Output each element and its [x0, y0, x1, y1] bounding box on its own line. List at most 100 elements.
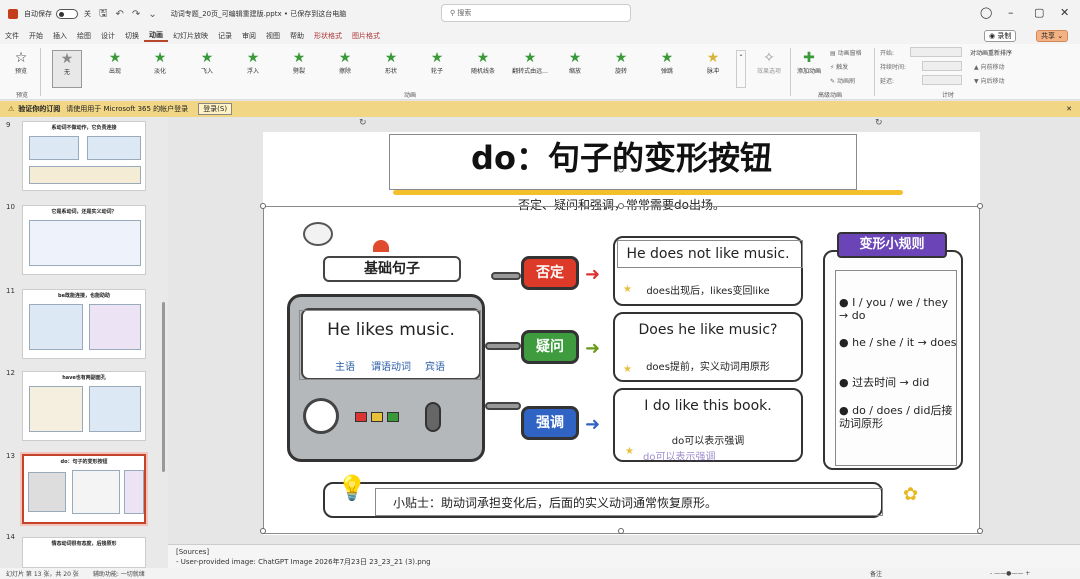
minimize-icon[interactable]: –: [1008, 6, 1014, 19]
resize-handle[interactable]: [977, 528, 983, 534]
anim-fly[interactable]: ★ 飞入: [192, 50, 222, 75]
rotate-handle-icon[interactable]: ↻: [875, 118, 883, 128]
thumbnail-scrollbar[interactable]: [162, 302, 165, 472]
duration-input[interactable]: [922, 61, 962, 71]
sentence-selection-frame[interactable]: [299, 310, 481, 380]
anim-zoom[interactable]: ★ 缩放: [560, 50, 590, 75]
slide-thumbnail[interactable]: 它是系动词，还是实义动词？: [22, 205, 146, 275]
anim-random-bars[interactable]: ★ 随机线条: [468, 50, 498, 75]
anim-pulse[interactable]: ★ 脉冲: [698, 50, 728, 75]
anim-fade[interactable]: ★ 淡化: [145, 50, 175, 75]
tab-slideshow[interactable]: 幻灯片放映: [168, 31, 213, 41]
redo-icon[interactable]: ↷: [132, 9, 140, 20]
slide-thumbnail[interactable]: 系动词不做动作，它负责连接: [22, 121, 146, 191]
anim-label: 飞入: [200, 68, 213, 75]
anim-split[interactable]: ★ 劈裂: [284, 50, 314, 75]
anim-grow-turn[interactable]: ★ 翻转式由远...: [510, 50, 550, 75]
close-notice-icon[interactable]: ✕: [1066, 105, 1072, 113]
tab-insert[interactable]: 插入: [48, 31, 72, 41]
resize-handle[interactable]: [977, 203, 983, 209]
record-button[interactable]: ◉ 录制: [984, 30, 1017, 42]
anim-shape[interactable]: ★ 形状: [376, 50, 406, 75]
resize-handle[interactable]: [260, 203, 266, 209]
thumb-block: [29, 166, 141, 184]
slide-thumbnail[interactable]: have也有两副面孔: [22, 371, 146, 441]
notes-toggle-button[interactable]: 备注: [870, 569, 882, 578]
move-earlier-button[interactable]: ▲ 向前移动: [974, 62, 1005, 71]
slide-thumbnail[interactable]: be既能连接，也能助助: [22, 289, 146, 359]
duration-label: 持续时间:: [880, 64, 907, 71]
tab-help[interactable]: 帮助: [285, 31, 309, 41]
star-icon: ★: [476, 50, 490, 66]
tab-view[interactable]: 视图: [261, 31, 285, 41]
anim-swivel[interactable]: ★ 旋转: [606, 50, 636, 75]
tab-draw[interactable]: 绘图: [72, 31, 96, 41]
anim-appear[interactable]: ★ 出现: [100, 50, 130, 75]
search-icon: ⚲: [450, 9, 458, 17]
anim-label: 出现: [108, 68, 121, 75]
slide-thumbnail[interactable]: 情态动词很有态度，后接原形: [22, 537, 146, 568]
anim-wheel[interactable]: ★ 轮子: [422, 50, 452, 75]
autosave-label: 自动保存: [24, 10, 52, 18]
tab-record[interactable]: 记录: [213, 31, 237, 41]
tab-home[interactable]: 开始: [24, 31, 48, 41]
star-gray-icon: ★: [60, 51, 74, 67]
slide-thumbnail-selected[interactable]: do：句子的变形按钮: [22, 454, 146, 524]
effect-options-icon: ✧: [763, 50, 775, 66]
customize-qa-icon[interactable]: ⌄: [148, 9, 156, 20]
chevron-down-icon: ⌄: [738, 51, 744, 58]
star-icon: ★: [292, 50, 306, 66]
rotate-handle-icon[interactable]: ↻: [617, 166, 625, 176]
trigger-button[interactable]: ⚡ 触发: [830, 62, 848, 71]
rules-selection-frame[interactable]: [835, 270, 957, 466]
move-later-button[interactable]: ▼ 向后移动: [974, 76, 1005, 85]
autosave-toggle[interactable]: [56, 9, 78, 19]
zoom-slider[interactable]: - ——●—— +: [990, 570, 1030, 577]
anim-wipe[interactable]: ★ 擦除: [330, 50, 360, 75]
tab-picture-format[interactable]: 图片格式: [347, 31, 385, 41]
anim-none[interactable]: ★ 无: [52, 50, 82, 88]
maximize-icon[interactable]: ▢: [1034, 6, 1044, 19]
anim-float[interactable]: ★ 浮入: [238, 50, 268, 75]
title-selection-frame[interactable]: [389, 134, 857, 190]
anim-label: 擦除: [338, 68, 351, 75]
tab-file[interactable]: 文件: [0, 31, 24, 41]
tab-transitions[interactable]: 切换: [120, 31, 144, 41]
file-name[interactable]: 动词专题_20页_可编辑重建版.pptx • 已保存到这台电脑: [171, 9, 347, 19]
tab-animations[interactable]: 动画: [144, 30, 168, 42]
resize-handle[interactable]: [260, 528, 266, 534]
tab-design[interactable]: 设计: [96, 31, 120, 41]
star-icon: ★: [430, 50, 444, 66]
undo-icon[interactable]: ↶: [116, 9, 124, 20]
account-icon[interactable]: ◯: [980, 6, 992, 19]
accessibility-status[interactable]: 辅助功能: 一切就绪: [93, 569, 145, 578]
preview-button[interactable]: ☆ 预览: [6, 50, 36, 75]
effect-options-button[interactable]: ✧ 效果选项: [752, 50, 786, 75]
search-box[interactable]: ⚲ 搜索: [441, 4, 631, 22]
notes-pane[interactable]: [Sources] - User-provided image: ChatGPT…: [168, 544, 1080, 568]
anim-label: 翻转式由远...: [512, 68, 548, 75]
neg-selection-frame[interactable]: [617, 240, 803, 268]
record-label: 录制: [997, 32, 1012, 40]
gallery-more-button[interactable]: ⌄: [736, 50, 746, 88]
resize-handle[interactable]: [618, 528, 624, 534]
star-icon: ★: [384, 50, 398, 66]
thumb-title: have也有两副面孔: [62, 375, 106, 381]
delay-input[interactable]: [922, 75, 962, 85]
animation-painter-button[interactable]: ✎ 动画刷: [830, 76, 855, 85]
start-dropdown[interactable]: [910, 47, 962, 57]
share-button[interactable]: 共享 ⌄: [1036, 30, 1069, 42]
tip-selection-frame[interactable]: [375, 488, 883, 516]
tab-review[interactable]: 审阅: [237, 31, 261, 41]
close-icon[interactable]: ✕: [1060, 6, 1069, 19]
resize-handle[interactable]: [618, 203, 624, 209]
anim-bounce[interactable]: ★ 弹跳: [652, 50, 682, 75]
save-icon[interactable]: 🖫: [99, 6, 108, 23]
animation-pane-button[interactable]: ▤ 动画窗格: [830, 48, 862, 57]
add-animation-button[interactable]: ✚ 添加动画: [792, 50, 826, 75]
tab-shape-format[interactable]: 形状格式: [309, 31, 347, 41]
login-button[interactable]: 登录(S): [198, 103, 233, 115]
star-yellow-icon: ★: [706, 50, 720, 66]
record-icon: ◉: [989, 32, 998, 40]
rotate-handle-icon[interactable]: ↻: [359, 118, 367, 128]
